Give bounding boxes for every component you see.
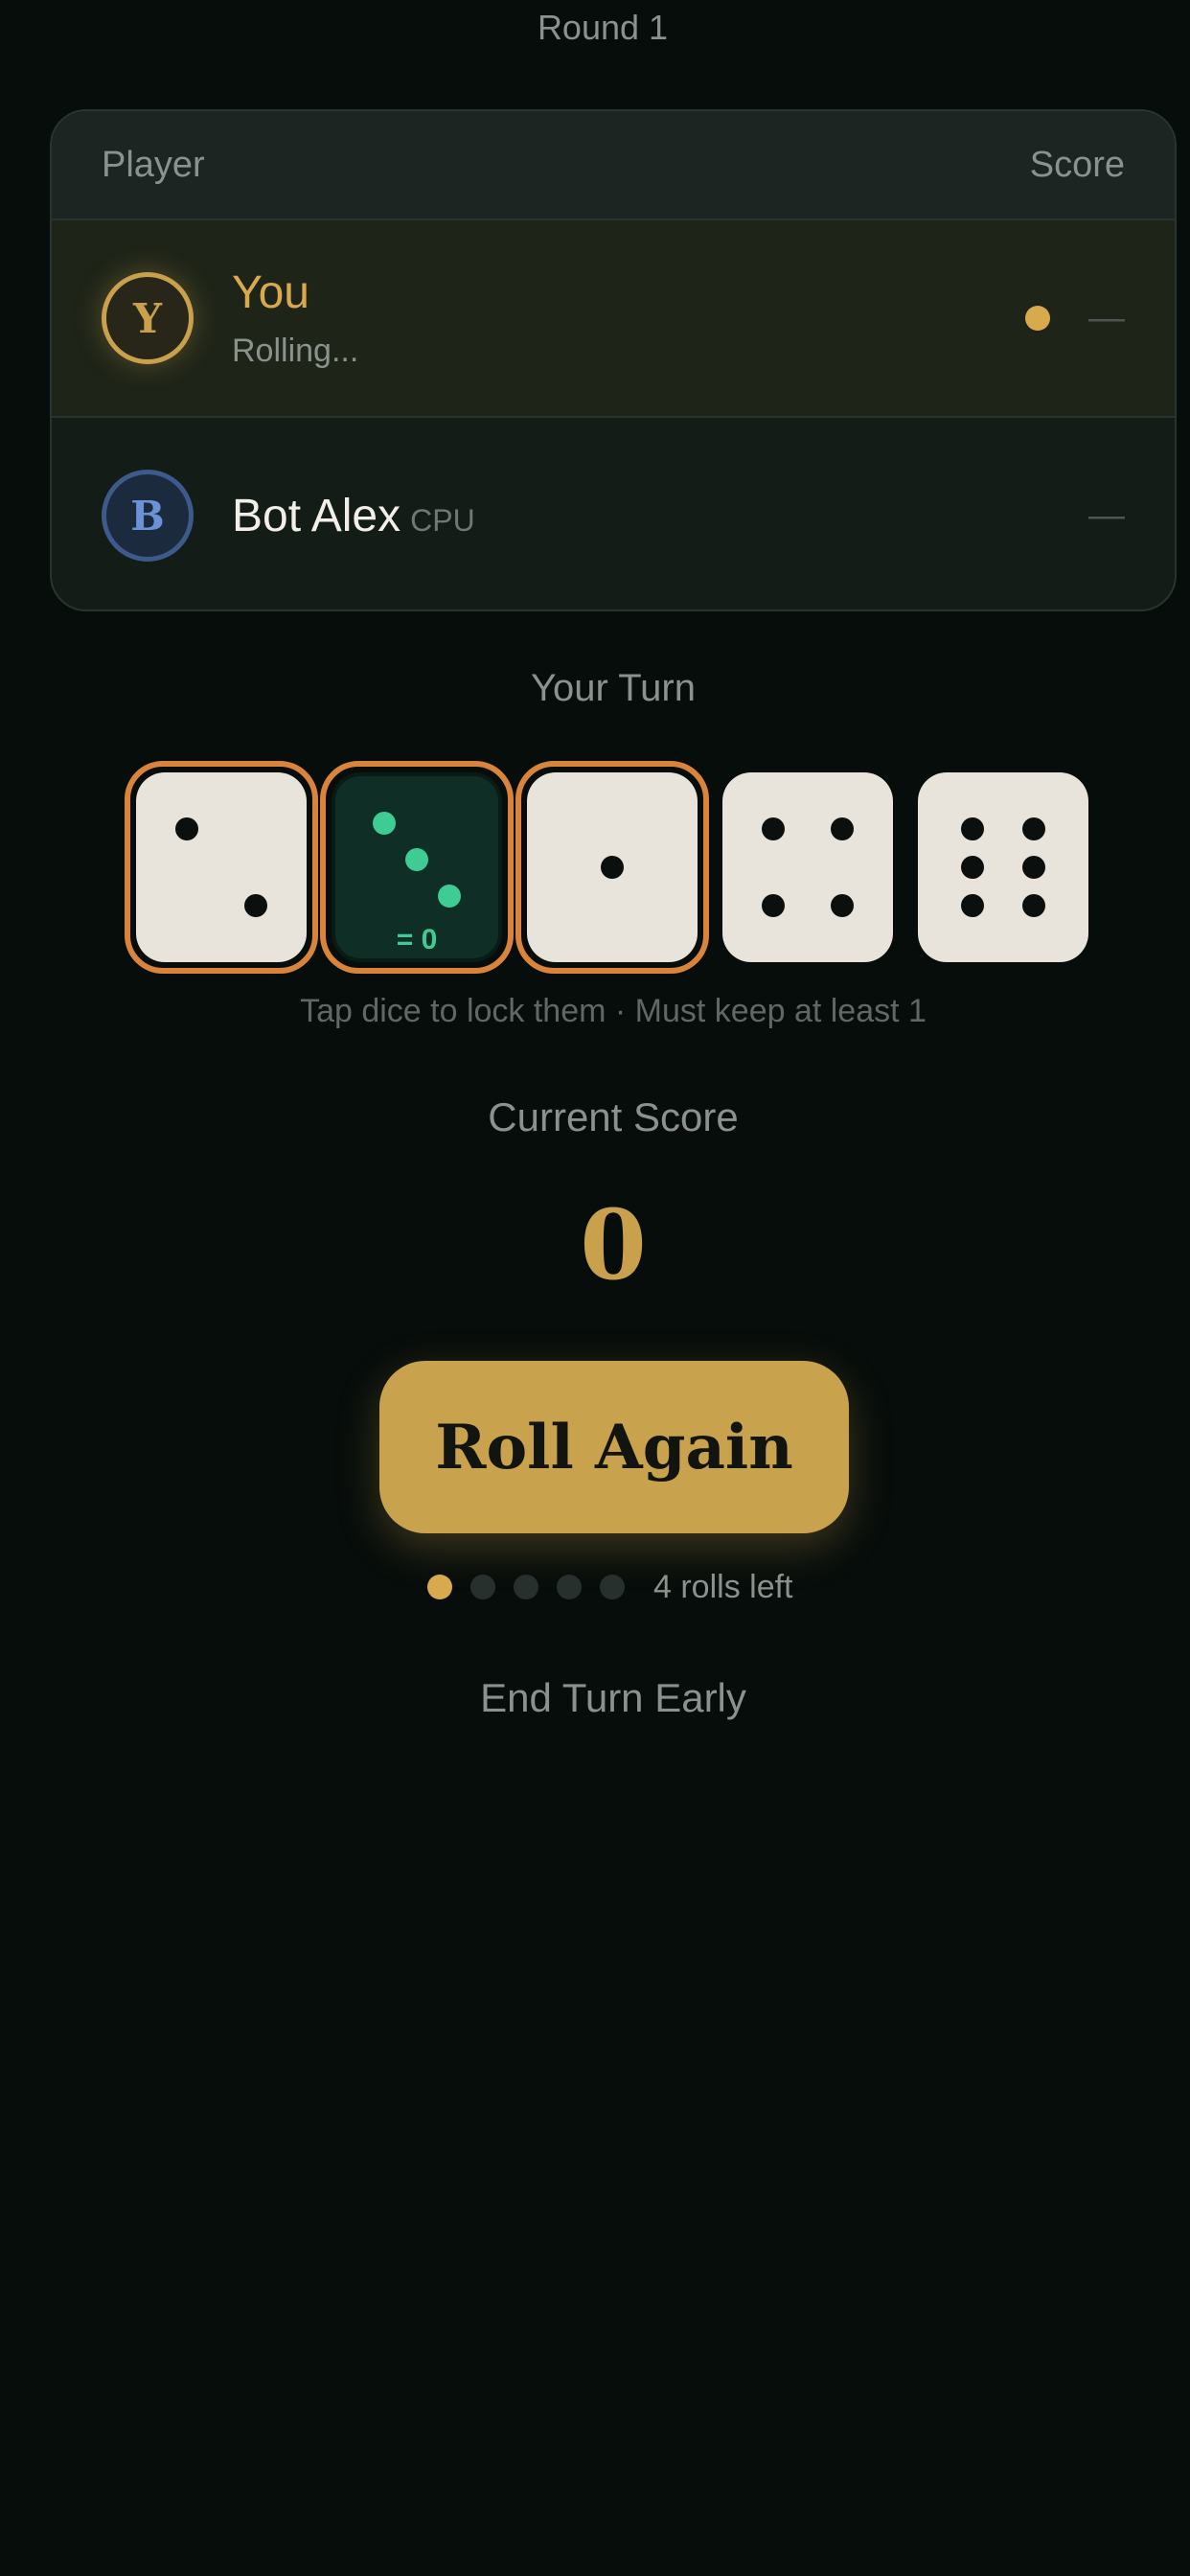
die-2[interactable]: = 0	[320, 761, 514, 974]
die-pip	[960, 856, 984, 879]
die-face-5	[918, 772, 1088, 962]
die-face-2: = 0	[332, 772, 502, 962]
player-score-area-you: —	[1025, 298, 1125, 339]
roll-dot	[427, 1575, 452, 1599]
bot-name-text: Bot Alex	[232, 490, 401, 541]
roll-dot	[514, 1575, 538, 1599]
roll-dot	[557, 1575, 582, 1599]
current-score-label: Current Score	[488, 1094, 739, 1139]
player-score-you: —	[1088, 297, 1125, 338]
player-row-bot: B Bot Alex CPU —	[52, 418, 1175, 610]
player-name-you: You	[232, 267, 309, 318]
roll-again-button[interactable]: Roll Again	[379, 1361, 849, 1533]
player-row-you: Y You Rolling... —	[52, 220, 1175, 418]
die-pip	[438, 885, 461, 908]
die-pip	[830, 817, 854, 841]
die-face-1	[136, 772, 307, 962]
dice-row: = 0	[125, 761, 1092, 974]
roll-dot	[470, 1575, 495, 1599]
die-pip	[405, 848, 428, 872]
end-turn-early-button[interactable]: End Turn Early	[0, 1675, 1190, 1721]
die-face-3	[527, 772, 698, 962]
active-turn-indicator	[1025, 306, 1050, 331]
die-pip	[243, 893, 267, 917]
die-3[interactable]	[515, 761, 709, 974]
dice-hint: Tap dice to lock them · Must keep at lea…	[300, 993, 927, 1029]
turn-label: Your Turn	[531, 667, 696, 709]
die-pip	[960, 817, 984, 841]
player-info-bot: Bot Alex CPU	[232, 490, 475, 542]
cpu-tag: CPU	[410, 502, 475, 538]
player-score-bot: —	[1088, 494, 1125, 536]
score-column-header: Score	[1029, 144, 1125, 185]
avatar-you: Y	[102, 272, 194, 364]
die-4[interactable]	[711, 761, 904, 974]
roll-dot	[600, 1575, 625, 1599]
die-pip	[601, 856, 624, 879]
player-score-area-bot: —	[1088, 495, 1125, 537]
avatar-bot: B	[102, 470, 194, 562]
die-pip	[175, 817, 199, 841]
scoreboard-header: Player Score	[52, 111, 1175, 220]
die-pip	[762, 817, 786, 841]
die-pip	[1022, 817, 1046, 841]
die-pip	[960, 893, 984, 917]
die-pip	[373, 812, 396, 836]
die-face-4	[722, 772, 893, 962]
player-column-header: Player	[102, 144, 205, 185]
player-status-you: Rolling...	[232, 333, 359, 369]
current-score-value: 0	[580, 1188, 647, 1301]
rolls-left-label: 4 rolls left	[653, 1568, 793, 1605]
player-info-you: You Rolling...	[232, 266, 358, 370]
player-name-bot: Bot Alex CPU	[232, 490, 475, 542]
die-pip	[1022, 856, 1046, 879]
round-label: Round 1	[537, 8, 669, 47]
die-score-label: = 0	[396, 924, 438, 955]
die-pip	[762, 893, 786, 917]
die-pip	[830, 893, 854, 917]
die-pip	[1022, 893, 1046, 917]
scoreboard: Player Score Y You Rolling... — B Bot Al…	[50, 109, 1177, 611]
die-5[interactable]	[906, 761, 1100, 974]
game-screen: Round 1 Player Score Y You Rolling... — …	[0, 0, 1190, 2576]
die-1[interactable]	[125, 761, 318, 974]
rolls-indicator: 4 rolls left	[427, 1566, 793, 1608]
